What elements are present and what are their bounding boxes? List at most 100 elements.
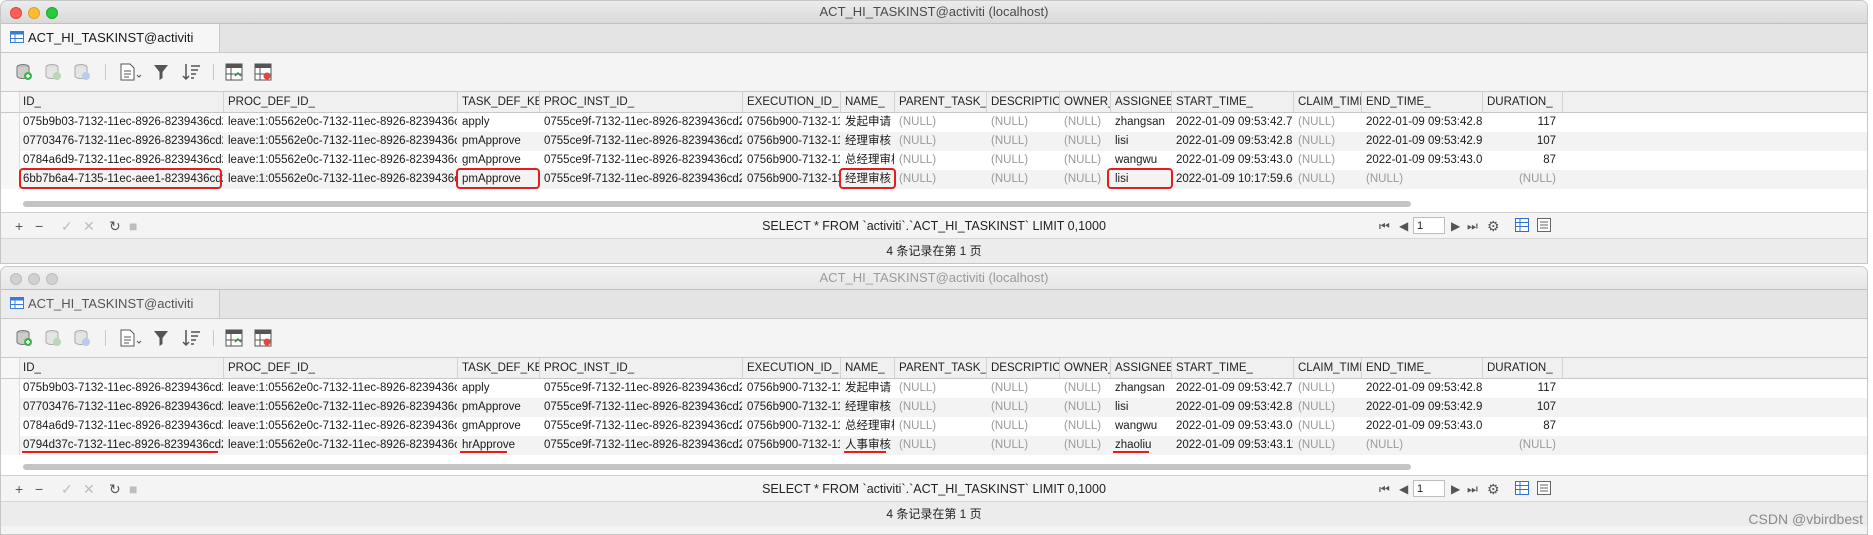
add-record-icon[interactable] bbox=[15, 329, 33, 347]
column-header[interactable]: TASK_DEF_KEY_ bbox=[458, 358, 540, 378]
table-cell-start[interactable]: 2022-01-09 09:53:42.739 bbox=[1172, 113, 1294, 132]
table-row[interactable]: 07703476-7132-11ec-8926-8239436cd258 leav… bbox=[1, 132, 1867, 151]
table-row[interactable]: 07703476-7132-11ec-8926-8239436cd258 leav… bbox=[1, 398, 1867, 417]
table-cell-duration[interactable]: (NULL) bbox=[1483, 436, 1563, 455]
table-cell-id[interactable]: 07703476-7132-11ec-8926-8239436cd258 bbox=[19, 398, 224, 417]
table-cell-owner[interactable]: (NULL) bbox=[1060, 417, 1111, 436]
table-cell-proc-inst[interactable]: 0755ce9f-7132-11ec-8926-8239436cd258 bbox=[540, 379, 743, 398]
column-header[interactable]: NAME_ bbox=[841, 92, 895, 112]
table-cell-name[interactable]: 发起申请 bbox=[841, 379, 895, 398]
column-header[interactable]: END_TIME_ bbox=[1362, 358, 1483, 378]
prev-page-icon[interactable]: ◀ bbox=[1399, 218, 1408, 234]
table-cell-claim[interactable]: (NULL) bbox=[1294, 398, 1362, 417]
export-icon[interactable] bbox=[119, 63, 143, 81]
table-cell-proc-def[interactable]: leave:1:05562e0c-7132-11ec-8926-8239436c… bbox=[224, 132, 458, 151]
table-cell-name[interactable]: 发起申请 bbox=[841, 113, 895, 132]
last-page-icon[interactable]: ⏭ bbox=[1467, 481, 1478, 497]
column-header[interactable]: PROC_INST_ID_ bbox=[540, 92, 743, 112]
table-cell-task-def-key[interactable]: gmApprove bbox=[458, 151, 540, 170]
row-header[interactable] bbox=[1, 436, 20, 455]
grid-import-icon[interactable] bbox=[225, 63, 243, 81]
row-header[interactable] bbox=[1, 113, 20, 132]
table-cell-description[interactable]: (NULL) bbox=[987, 113, 1060, 132]
table-cell-proc-def[interactable]: leave:1:05562e0c-7132-11ec-8926-8239436c… bbox=[224, 170, 458, 189]
table-cell-parent[interactable]: (NULL) bbox=[895, 398, 987, 417]
form-view-icon[interactable] bbox=[1537, 218, 1551, 235]
table-cell-owner[interactable]: (NULL) bbox=[1060, 170, 1111, 189]
gear-icon[interactable]: ⚙ bbox=[1487, 481, 1500, 497]
row-header[interactable] bbox=[1, 151, 20, 170]
table-cell-start[interactable]: 2022-01-09 09:53:43.114 bbox=[1172, 436, 1294, 455]
table-cell-name[interactable]: 总经理审核 bbox=[841, 417, 895, 436]
table-cell-id[interactable]: 0784a6d9-7132-11ec-8926-8239436cd258 bbox=[19, 417, 224, 436]
next-page-icon[interactable]: ▶ bbox=[1451, 481, 1460, 497]
column-header[interactable]: START_TIME_ bbox=[1172, 92, 1294, 112]
table-cell-claim[interactable]: (NULL) bbox=[1294, 170, 1362, 189]
grid-view-icon[interactable] bbox=[1515, 218, 1529, 235]
column-header[interactable]: OWNER_ bbox=[1060, 92, 1111, 112]
table-cell-description[interactable]: (NULL) bbox=[987, 398, 1060, 417]
table-cell-parent[interactable]: (NULL) bbox=[895, 379, 987, 398]
table-cell-end[interactable]: (NULL) bbox=[1362, 436, 1483, 455]
column-header[interactable]: DESCRIPTION_ bbox=[987, 358, 1060, 378]
table-cell-parent[interactable]: (NULL) bbox=[895, 436, 987, 455]
table-cell-proc-def[interactable]: leave:1:05562e0c-7132-11ec-8926-8239436c… bbox=[224, 379, 458, 398]
table-cell-start[interactable]: 2022-01-09 09:53:42.874 bbox=[1172, 398, 1294, 417]
table-cell-task-def-key[interactable]: hrApprove bbox=[458, 436, 540, 455]
table-cell-task-def-key[interactable]: gmApprove bbox=[458, 417, 540, 436]
row-header[interactable] bbox=[1, 170, 20, 189]
table-cell-description[interactable]: (NULL) bbox=[987, 417, 1060, 436]
column-header[interactable]: PARENT_TASK_ID_ bbox=[895, 358, 987, 378]
first-page-icon[interactable]: ⏮ bbox=[1379, 218, 1390, 234]
table-cell-task-def-key[interactable]: apply bbox=[458, 379, 540, 398]
result-grid[interactable]: ID_PROC_DEF_ID_TASK_DEF_KEY_PROC_INST_ID… bbox=[1, 91, 1867, 213]
table-cell-description[interactable]: (NULL) bbox=[987, 436, 1060, 455]
table-cell-proc-inst[interactable]: 0755ce9f-7132-11ec-8926-8239436cd258 bbox=[540, 170, 743, 189]
column-header[interactable]: DURATION_ bbox=[1483, 92, 1563, 112]
grid-export-icon[interactable] bbox=[254, 63, 272, 81]
page-number-input[interactable]: 1 bbox=[1413, 480, 1445, 497]
column-header[interactable]: CLAIM_TIME_ bbox=[1294, 358, 1362, 378]
table-cell-description[interactable]: (NULL) bbox=[987, 170, 1060, 189]
column-header[interactable]: NAME_ bbox=[841, 358, 895, 378]
table-cell-start[interactable]: 2022-01-09 09:53:42.739 bbox=[1172, 379, 1294, 398]
table-cell-assignee[interactable]: zhangsan bbox=[1111, 379, 1172, 398]
table-cell-parent[interactable]: (NULL) bbox=[895, 113, 987, 132]
filter-icon[interactable] bbox=[153, 329, 169, 347]
result-grid[interactable]: ID_PROC_DEF_ID_TASK_DEF_KEY_PROC_INST_ID… bbox=[1, 357, 1867, 476]
table-cell-proc-inst[interactable]: 0755ce9f-7132-11ec-8926-8239436cd258 bbox=[540, 417, 743, 436]
column-header[interactable]: ASSIGNEE_ bbox=[1111, 358, 1172, 378]
column-header[interactable]: EXECUTION_ID_ bbox=[743, 92, 841, 112]
table-cell-id[interactable]: 075b9b03-7132-11ec-8926-8239436cd258 bbox=[19, 113, 224, 132]
table-cell-claim[interactable]: (NULL) bbox=[1294, 151, 1362, 170]
table-cell-execution[interactable]: 0756b900-7132-11ec bbox=[743, 379, 841, 398]
tab-table[interactable]: ACT_HI_TASKINST@activiti (loca... bbox=[1, 290, 220, 340]
table-row[interactable]: 0784a6d9-7132-11ec-8926-8239436cd258 leav… bbox=[1, 417, 1867, 436]
horizontal-scrollbar[interactable] bbox=[23, 201, 1411, 207]
table-cell-id[interactable]: 07703476-7132-11ec-8926-8239436cd258 bbox=[19, 132, 224, 151]
column-header[interactable]: PARENT_TASK_ID_ bbox=[895, 92, 987, 112]
table-row[interactable]: 075b9b03-7132-11ec-8926-8239436cd258 leav… bbox=[1, 379, 1867, 398]
table-cell-proc-def[interactable]: leave:1:05562e0c-7132-11ec-8926-8239436c… bbox=[224, 417, 458, 436]
table-cell-execution[interactable]: 0756b900-7132-11ec bbox=[743, 436, 841, 455]
table-cell-claim[interactable]: (NULL) bbox=[1294, 417, 1362, 436]
table-cell-proc-def[interactable]: leave:1:05562e0c-7132-11ec-8926-8239436c… bbox=[224, 113, 458, 132]
delete-record-icon[interactable] bbox=[44, 329, 62, 347]
table-cell-assignee[interactable]: lisi bbox=[1111, 170, 1172, 189]
column-header[interactable]: START_TIME_ bbox=[1172, 358, 1294, 378]
table-cell-name[interactable]: 经理审核 bbox=[841, 132, 895, 151]
next-page-icon[interactable]: ▶ bbox=[1451, 218, 1460, 234]
table-cell-assignee[interactable]: zhangsan bbox=[1111, 113, 1172, 132]
column-header[interactable]: END_TIME_ bbox=[1362, 92, 1483, 112]
column-header[interactable]: ASSIGNEE_ bbox=[1111, 92, 1172, 112]
refresh-record-icon[interactable] bbox=[73, 63, 91, 81]
column-header[interactable]: TASK_DEF_KEY_ bbox=[458, 92, 540, 112]
table-cell-duration[interactable]: 107 bbox=[1483, 132, 1563, 151]
table-cell-owner[interactable]: (NULL) bbox=[1060, 151, 1111, 170]
table-cell-owner[interactable]: (NULL) bbox=[1060, 379, 1111, 398]
column-header[interactable]: DURATION_ bbox=[1483, 358, 1563, 378]
table-row[interactable]: 0794d37c-7132-11ec-8926-8239436cd258 leav… bbox=[1, 436, 1867, 455]
table-cell-proc-def[interactable]: leave:1:05562e0c-7132-11ec-8926-8239436c… bbox=[224, 436, 458, 455]
table-cell-task-def-key[interactable]: pmApprove bbox=[458, 398, 540, 417]
grid-export-icon[interactable] bbox=[254, 329, 272, 347]
